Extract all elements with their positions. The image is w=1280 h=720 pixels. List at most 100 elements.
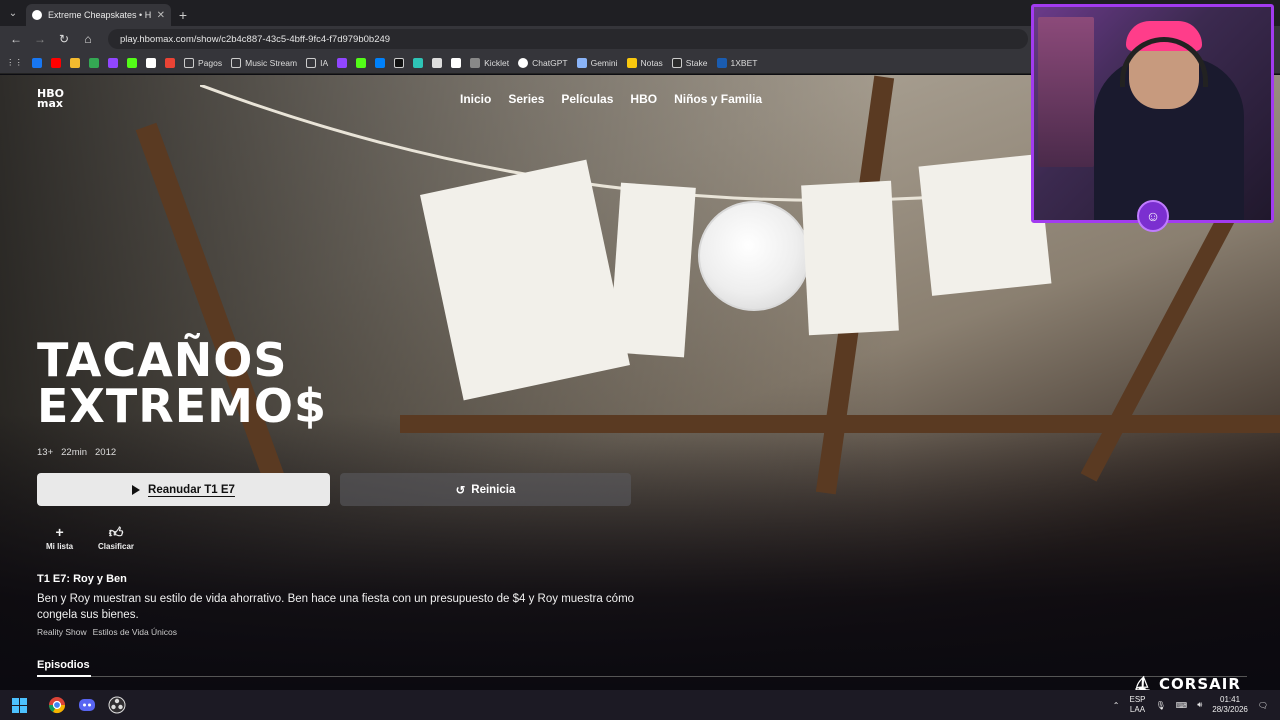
tab-title: Extreme Cheapskates • HBO Max — [48, 10, 151, 20]
bookmark-label: Music Stream — [245, 57, 298, 68]
hbo-max-logo[interactable]: HBO max — [37, 88, 64, 109]
top-navigation: Inicio Series Películas HBO Niños y Fami… — [460, 92, 762, 106]
youtube-bookmark-icon[interactable] — [51, 57, 61, 68]
meta-bookmark-icon[interactable] — [375, 57, 386, 68]
bookmark-label: 1XBET — [730, 57, 758, 68]
url-text: play.hbomax.com/show/c2b4c887-43c5-4bff-… — [120, 33, 391, 45]
chrome-taskbar-icon[interactable] — [43, 691, 71, 719]
restart-button[interactable]: ↺ Reinicia — [340, 473, 631, 506]
network-icon[interactable]: ⌨︎ — [1176, 701, 1188, 710]
keyboard-layout: LAA — [1129, 705, 1146, 714]
nav-hbo[interactable]: HBO — [630, 92, 657, 106]
discord-taskbar-icon[interactable] — [73, 691, 101, 719]
obs-taskbar-icon[interactable] — [103, 691, 131, 719]
resume-label: Reanudar T1 E7 — [148, 483, 235, 496]
windows-taskbar: ⌃ ESP LAA 🎙︎ ⌨︎ 🔊︎ 01:41 28/3/2026 🗨︎ — [0, 690, 1280, 720]
nav-peliculas[interactable]: Películas — [561, 92, 613, 106]
genre-list: Reality Show Estilos de Vida Únicos — [37, 627, 177, 637]
back-icon[interactable]: ← — [6, 29, 26, 49]
bookmark-gemini[interactable]: Gemini — [576, 57, 618, 68]
episode-title: T1 E7: Roy y Ben — [37, 573, 127, 585]
webcam-shelf — [1038, 17, 1094, 167]
show-title-line1: TACAÑOS — [37, 333, 288, 387]
genre-tag[interactable]: Reality Show — [37, 627, 87, 637]
drive-bookmark-icon[interactable] — [89, 57, 99, 68]
background-beam — [1080, 208, 1238, 482]
play-icon — [132, 484, 141, 495]
bookmark-1xbet[interactable]: 1XBET — [716, 57, 758, 68]
bookmark-chatgpt[interactable]: ChatGPT — [518, 57, 568, 68]
nav-series[interactable]: Series — [508, 92, 544, 106]
language-indicator[interactable]: ESP LAA — [1129, 695, 1145, 715]
bookmark-label: Notas — [640, 57, 663, 68]
bookmark-label: Stake — [685, 57, 708, 68]
notifications-icon[interactable]: 🗨︎ — [1258, 701, 1268, 710]
clock-time: 01:41 — [1220, 695, 1241, 704]
clock-date: 28/3/2026 — [1212, 705, 1248, 714]
gmail-bookmark-icon[interactable] — [165, 57, 175, 68]
thumbs-up-icon: 👍︎ — [108, 524, 124, 540]
windows-start-icon[interactable] — [12, 697, 27, 713]
home-icon[interactable]: ⌂ — [78, 29, 98, 49]
show-title-logo: TACAÑOS EXTREMO$ — [37, 337, 327, 429]
rate-label: Clasificar — [98, 542, 135, 551]
facebook-bookmark-icon[interactable] — [32, 57, 42, 68]
new-tab-button[interactable]: + — [171, 4, 195, 26]
nav-ninos-familia[interactable]: Niños y Familia — [674, 92, 762, 106]
my-list-button[interactable]: + Mi lista — [46, 525, 73, 551]
webcam-overlay — [1031, 4, 1274, 223]
bookmark-notas[interactable]: Notas — [626, 57, 663, 68]
forward-icon[interactable]: → — [30, 29, 50, 49]
hanging-napkin — [801, 180, 899, 336]
address-bar[interactable]: play.hbomax.com/show/c2b4c887-43c5-4bff-… — [108, 29, 1028, 49]
bookmark-folder-ia[interactable]: IA — [306, 57, 329, 68]
bookmark-kicklet[interactable]: Kicklet — [470, 57, 510, 68]
volume-icon[interactable]: 🔊︎ — [1197, 700, 1202, 710]
streamer-avatar-badge: ☺ — [1137, 200, 1169, 232]
clock[interactable]: 01:41 28/3/2026 — [1212, 695, 1248, 715]
show-meta: 13+ 22min 2012 — [37, 447, 116, 458]
kick-bookmark-icon[interactable] — [356, 57, 367, 68]
bookmark-folder-pagos[interactable]: Pagos — [184, 57, 223, 68]
patreon-bookmark-icon[interactable] — [146, 57, 156, 68]
hanging-napkin — [609, 182, 696, 358]
bookmark-stake[interactable]: Stake — [671, 57, 708, 68]
browser-tab-active[interactable]: Extreme Cheapskates • HBO Max ✕ — [26, 4, 171, 26]
bookmark-label: Gemini — [590, 57, 618, 68]
microphone-icon[interactable]: 🎙︎ — [1156, 701, 1166, 710]
apps-icon[interactable]: ⋮⋮ — [6, 57, 23, 68]
app-bookmark-icon[interactable] — [413, 57, 424, 68]
language-code: ESP — [1129, 695, 1146, 704]
tab-divider — [37, 676, 1247, 677]
app-bookmark-icon[interactable] — [451, 57, 462, 68]
kick-bookmark-icon[interactable] — [127, 57, 137, 68]
bookmark-label: ChatGPT — [532, 57, 568, 68]
plus-icon: + — [55, 524, 64, 540]
twitch-bookmark-icon[interactable] — [337, 57, 348, 68]
genre-tag[interactable]: Estilos de Vida Únicos — [93, 627, 177, 637]
restart-icon: ↺ — [455, 484, 466, 497]
close-tab-icon[interactable]: ✕ — [157, 10, 165, 21]
tab-search-icon[interactable]: ⌄ — [0, 0, 26, 26]
my-list-label: Mi lista — [46, 542, 74, 551]
reload-icon[interactable]: ↻ — [54, 29, 74, 49]
resume-button[interactable]: Reanudar T1 E7 — [37, 473, 330, 506]
tiktok-bookmark-icon[interactable] — [394, 57, 405, 68]
episode-description: Ben y Roy muestran su estilo de vida aho… — [37, 593, 635, 621]
clothesline — [200, 85, 1020, 202]
bookmark-label: Pagos — [198, 57, 223, 68]
release-year: 2012 — [95, 447, 117, 458]
bookmark-label: IA — [320, 57, 329, 68]
binance-bookmark-icon[interactable] — [70, 57, 80, 68]
rate-button[interactable]: 👍︎ Clasificar — [98, 525, 134, 551]
restart-label: Reinicia — [471, 483, 516, 496]
paper-plate — [698, 201, 810, 311]
bookmark-folder-music-stream[interactable]: Music Stream — [231, 57, 298, 68]
nav-inicio[interactable]: Inicio — [460, 92, 491, 106]
tab-episodios[interactable]: Episodios — [37, 659, 90, 671]
app-bookmark-icon[interactable] — [432, 57, 443, 68]
show-title-line2: EXTREMO$ — [37, 379, 327, 433]
bookmark-label: Kicklet — [484, 57, 510, 68]
show-hidden-icons[interactable]: ⌃ — [1113, 701, 1120, 710]
twitch-bookmark-icon[interactable] — [108, 57, 118, 68]
